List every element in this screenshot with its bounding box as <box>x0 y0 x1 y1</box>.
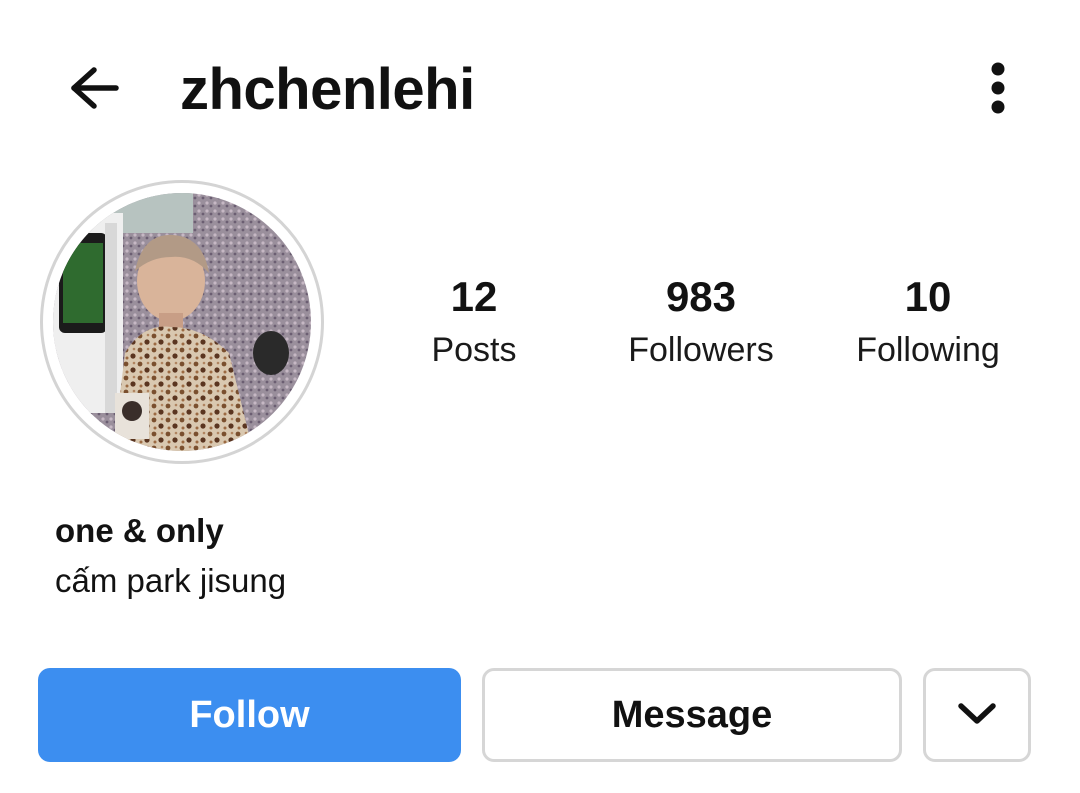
followers-stat[interactable]: 983 Followers <box>601 268 801 372</box>
posts-stat[interactable]: 12 Posts <box>374 268 574 372</box>
following-count: 10 <box>904 273 952 320</box>
followers-count: 983 <box>665 273 737 320</box>
followers-label: Followers <box>628 331 774 369</box>
message-button-label: Message <box>611 693 773 736</box>
chevron-down-icon <box>957 694 997 737</box>
avatar[interactable] <box>53 193 311 451</box>
follow-button-label: Follow <box>189 693 310 736</box>
posts-count: 12 <box>450 273 498 320</box>
vertical-dots-icon <box>988 62 1008 119</box>
avatar-ring[interactable] <box>40 180 324 464</box>
back-button[interactable] <box>62 60 122 120</box>
message-button[interactable]: Message <box>482 668 902 762</box>
following-label: Following <box>856 331 1000 369</box>
profile-bio: one & only cấm park jisung <box>55 506 286 606</box>
profile-photo <box>53 193 311 451</box>
arrow-left-icon <box>64 64 120 117</box>
suggested-accounts-button[interactable] <box>923 668 1031 762</box>
profile-username: zhchenlehi <box>180 57 475 122</box>
following-stat[interactable]: 10 Following <box>828 268 1028 372</box>
bio-text: cấm park jisung <box>55 562 287 599</box>
profile-header: zhchenlehi <box>0 40 1080 140</box>
more-options-button[interactable] <box>975 60 1021 120</box>
bio-name: one & only <box>55 512 224 549</box>
posts-label: Posts <box>431 331 517 369</box>
follow-button[interactable]: Follow <box>38 668 461 762</box>
